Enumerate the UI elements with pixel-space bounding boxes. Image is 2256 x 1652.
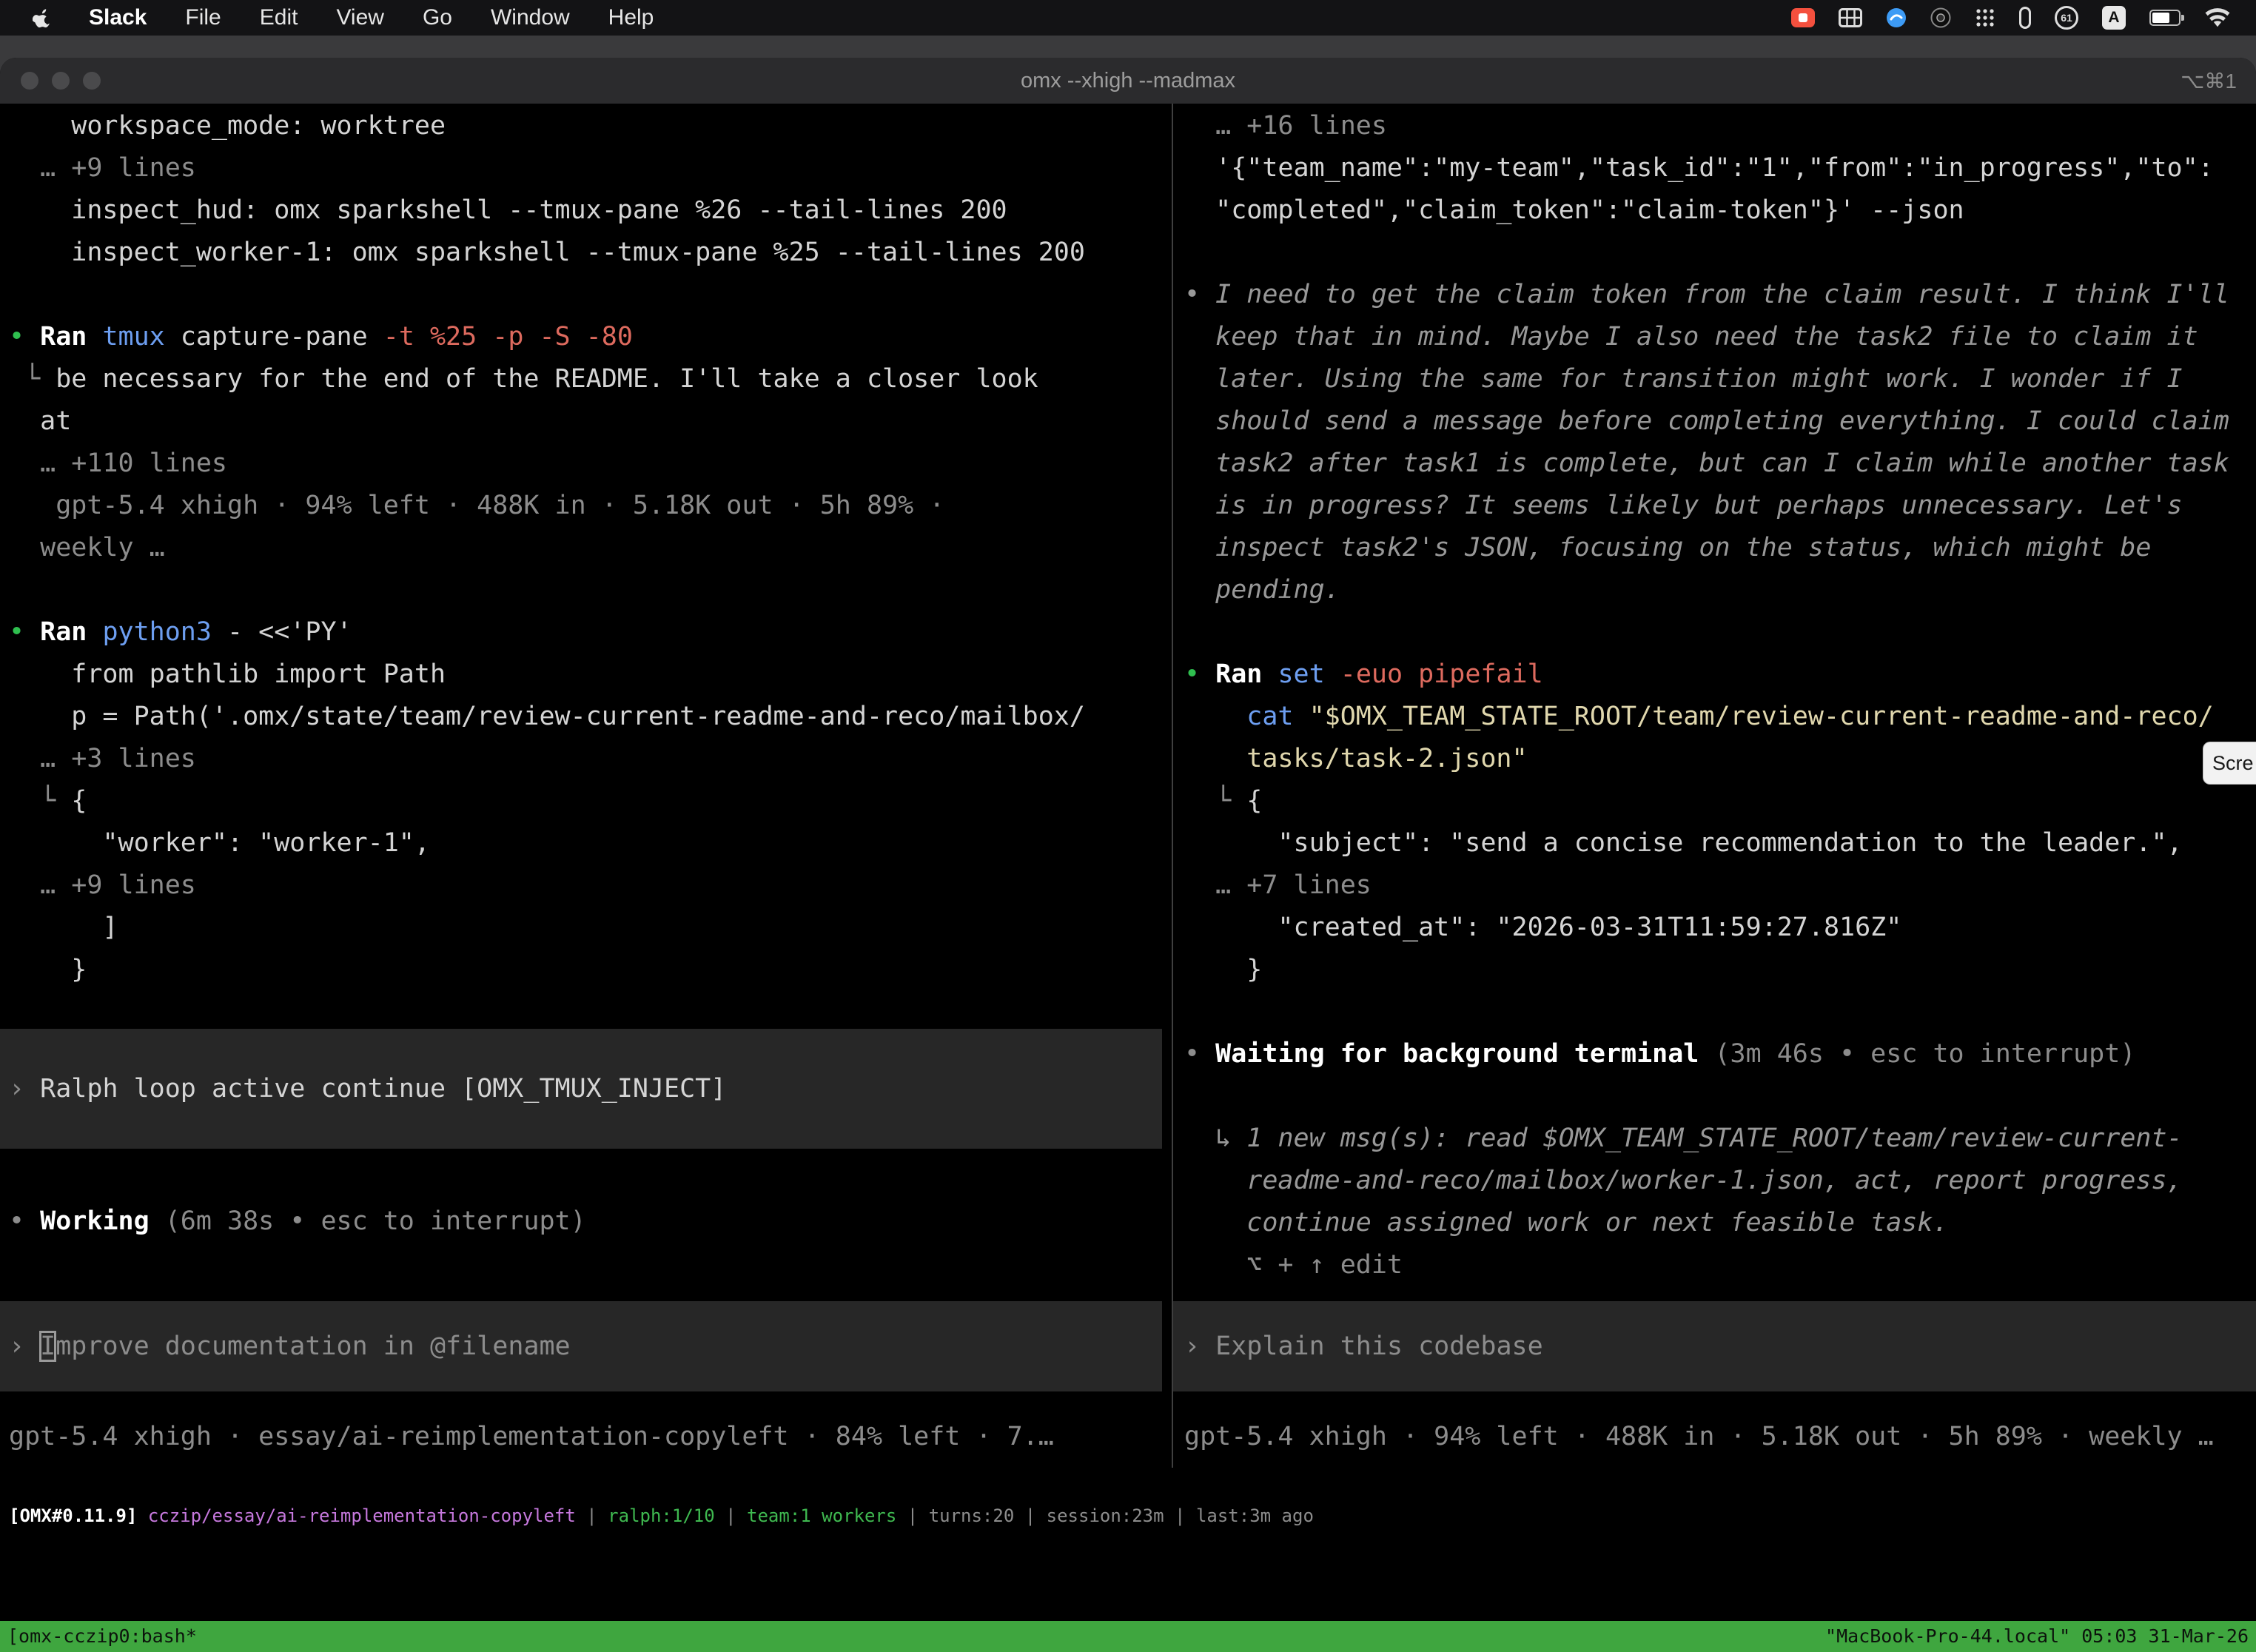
terminal-line: └ {	[9, 780, 1162, 822]
menu-app-name[interactable]: Slack	[70, 5, 166, 30]
tmux-session-info: [omx-cczip0:bash*	[7, 1621, 197, 1652]
apple-menu[interactable]	[15, 7, 70, 29]
window-shortcut-hint: ⌥⌘1	[2181, 69, 2256, 93]
key-icon[interactable]	[2019, 7, 2031, 29]
menu-item-go[interactable]: Go	[403, 5, 471, 30]
terminal-line: }	[1184, 949, 2256, 991]
terminal-line: pending.	[1184, 569, 2256, 611]
menu-item-window[interactable]: Window	[471, 5, 589, 30]
terminal-line: … +16 lines	[1184, 105, 2256, 147]
terminal-line: [OMX#0.11.9] cczip/essay/ai-reimplementa…	[9, 1501, 1314, 1531]
wifi-icon[interactable]	[2204, 8, 2231, 28]
window-title: omx --xhigh --madmax	[0, 69, 2256, 93]
dots-grid-icon[interactable]	[1975, 7, 1995, 28]
grid-icon[interactable]	[1839, 8, 1862, 27]
terminal-line: cat "$OMX_TEAM_STATE_ROOT/team/review-cu…	[1184, 696, 2256, 738]
omx-status-line: [OMX#0.11.9] cczip/essay/ai-reimplementa…	[9, 1501, 1314, 1531]
terminal-line: … +110 lines	[9, 443, 1162, 485]
terminal-line	[1184, 232, 2256, 274]
left-terminal-pane[interactable]: workspace_mode: worktree … +9 lines insp…	[0, 104, 1162, 991]
terminal-line	[9, 569, 1162, 611]
screen-tooltip: Scre	[2203, 742, 2256, 785]
terminal-line	[1184, 1075, 2256, 1118]
terminal-line: inspect task2's JSON, focusing on the st…	[1184, 527, 2256, 569]
minimize-button[interactable]	[52, 72, 70, 90]
terminal-line: • Ran set -euo pipefail	[1184, 654, 2256, 696]
terminal-line: inspect_hud: omx sparkshell --tmux-pane …	[9, 189, 1162, 232]
ralph-loop-banner: › Ralph loop active continue [OMX_TMUX_I…	[0, 1029, 1162, 1149]
right-terminal-pane[interactable]: … +16 lines '{"team_name":"my-team","tas…	[1184, 104, 2256, 1286]
terminal-line: … +3 lines	[9, 738, 1162, 780]
terminal-line: ]	[9, 907, 1162, 949]
terminal-line: … +9 lines	[9, 147, 1162, 189]
terminal-line: '{"team_name":"my-team","task_id":"1","f…	[1184, 147, 2256, 189]
terminal-line: keep that in mind. Maybe I also need the…	[1184, 316, 2256, 358]
window-title-bar[interactable]: omx --xhigh --madmax ⌥⌘1	[0, 58, 2256, 104]
terminal-line: • Ran python3 - <<'PY'	[9, 611, 1162, 654]
menu-item-edit[interactable]: Edit	[241, 5, 318, 30]
zoom-button[interactable]	[83, 72, 101, 90]
menu-item-view[interactable]: View	[317, 5, 403, 30]
terminal-line: later. Using the same for transition mig…	[1184, 358, 2256, 400]
terminal-line: }	[9, 949, 1162, 991]
dark-app-icon[interactable]	[1930, 7, 1951, 28]
terminal-line: from pathlib import Path	[9, 654, 1162, 696]
terminal-line: p = Path('.omx/state/team/review-current…	[9, 696, 1162, 738]
terminal-window: omx --xhigh --madmax ⌥⌘1 workspace_mode:…	[0, 58, 2256, 1652]
terminal-line: … +9 lines	[9, 864, 1162, 907]
right-model-status: gpt-5.4 xhigh · 94% left · 488K in · 5.1…	[1184, 1416, 2214, 1458]
menu-bar-status-icons: 61 A	[1791, 6, 2241, 30]
terminal-line	[1184, 611, 2256, 654]
blue-app-icon[interactable]	[1886, 7, 1907, 28]
gauge-61-icon[interactable]: 61	[2055, 6, 2078, 30]
terminal-line: › Improve documentation in @filename	[9, 1326, 1162, 1368]
terminal-line: inspect_worker-1: omx sparkshell --tmux-…	[9, 232, 1162, 274]
right-prompt-suggestion[interactable]: › Explain this codebase	[1173, 1301, 2256, 1391]
macos-menu-bar: Slack File Edit View Go Window Help 61 A	[0, 0, 2256, 36]
pane-divider	[1172, 104, 1173, 1468]
terminal-line: readme-and-reco/mailbox/worker-1.json, a…	[1184, 1160, 2256, 1202]
terminal-line: at	[9, 400, 1162, 443]
left-prompt-input[interactable]: › Improve documentation in @filename	[0, 1301, 1162, 1391]
terminal-line: "subject": "send a concise recommendatio…	[1184, 822, 2256, 864]
terminal-line: … +7 lines	[1184, 864, 2256, 907]
menu-item-help[interactable]: Help	[589, 5, 674, 30]
terminal-line: weekly …	[9, 527, 1162, 569]
terminal-line: "created_at": "2026-03-31T11:59:27.816Z"	[1184, 907, 2256, 949]
terminal-line: is in progress? It seems likely but perh…	[1184, 485, 2256, 527]
terminal-line: tasks/task-2.json"	[1184, 738, 2256, 780]
apple-icon	[33, 7, 52, 29]
screen-recording-icon[interactable]	[1791, 8, 1815, 27]
terminal-line: ↳ 1 new msg(s): read $OMX_TEAM_STATE_ROO…	[1184, 1118, 2256, 1160]
terminal-line: └ {	[1184, 780, 2256, 822]
terminal-line: • Waiting for background terminal (3m 46…	[1184, 1033, 2256, 1075]
working-status-line: • Working (6m 38s • esc to interrupt)	[9, 1201, 586, 1243]
terminal-line: "worker": "worker-1",	[9, 822, 1162, 864]
terminal-line: task2 after task1 is complete, but can I…	[1184, 443, 2256, 485]
terminal-line: • I need to get the claim token from the…	[1184, 274, 2256, 316]
terminal-line: continue assigned work or next feasible …	[1184, 1202, 2256, 1244]
battery-icon[interactable]	[2149, 10, 2181, 26]
menu-item-file[interactable]: File	[166, 5, 240, 30]
left-model-status: gpt-5.4 xhigh · essay/ai-reimplementatio…	[9, 1416, 1054, 1458]
terminal-line: workspace_mode: worktree	[9, 105, 1162, 147]
terminal-line: › Ralph loop active continue [OMX_TMUX_I…	[9, 1068, 1162, 1110]
tmux-status-bar: [omx-cczip0:bash* "MacBook-Pro-44.local"…	[0, 1621, 2256, 1652]
tmux-host-clock: "MacBook-Pro-44.local" 05:03 31-Mar-26	[1825, 1621, 2249, 1652]
terminal-line: • Ran tmux capture-pane -t %25 -p -S -80	[9, 316, 1162, 358]
terminal-line: └ be necessary for the end of the README…	[9, 358, 1162, 400]
terminal-line	[9, 274, 1162, 316]
terminal-line: gpt-5.4 xhigh · 94% left · 488K in · 5.1…	[1184, 1416, 2214, 1458]
terminal-line: gpt-5.4 xhigh · 94% left · 488K in · 5.1…	[9, 485, 1162, 527]
terminal-line: gpt-5.4 xhigh · essay/ai-reimplementatio…	[9, 1416, 1054, 1458]
terminal-line: ⌥ + ↑ edit	[1184, 1244, 2256, 1286]
terminal-line: "completed","claim_token":"claim-token"}…	[1184, 189, 2256, 232]
close-button[interactable]	[21, 72, 38, 90]
terminal-line: › Explain this codebase	[1184, 1326, 2256, 1368]
terminal-line: should send a message before completing …	[1184, 400, 2256, 443]
window-controls	[0, 72, 101, 90]
terminal-line	[1184, 991, 2256, 1033]
input-source-a-icon[interactable]: A	[2102, 6, 2126, 30]
terminal-line: • Working (6m 38s • esc to interrupt)	[9, 1201, 586, 1243]
